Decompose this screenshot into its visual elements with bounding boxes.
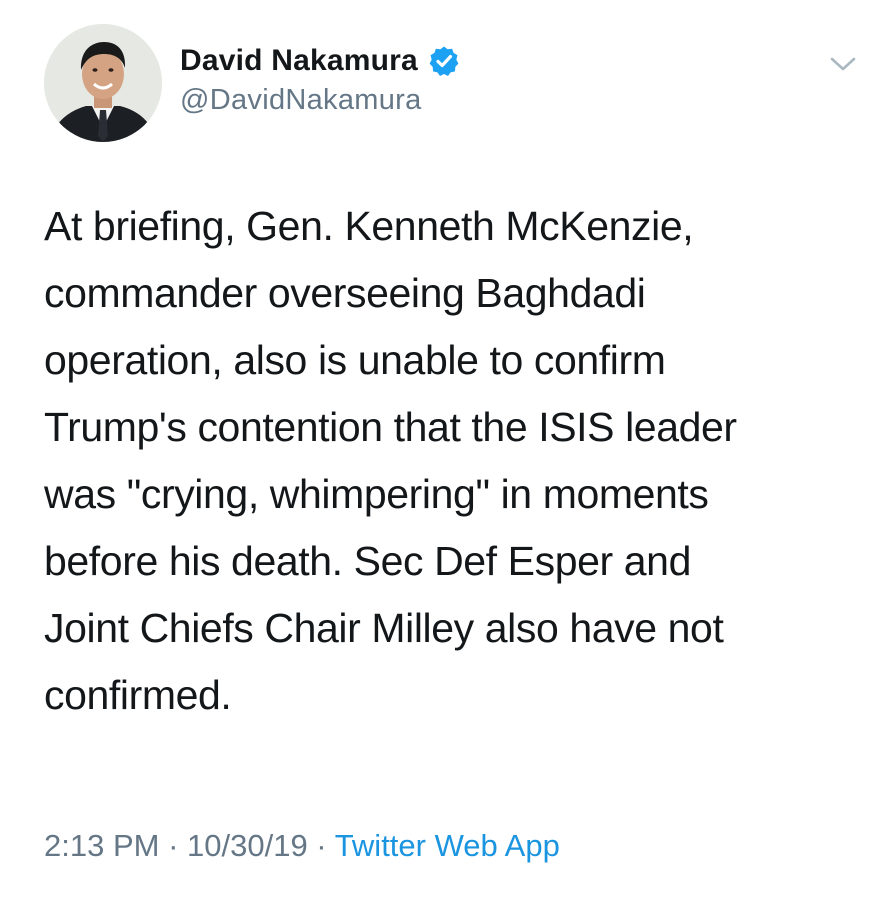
avatar[interactable] [44, 24, 162, 142]
tweet-source-link[interactable]: Twitter Web App [335, 828, 560, 863]
tweet-time[interactable]: 2:13 PM [44, 828, 159, 863]
chevron-down-icon[interactable] [826, 50, 860, 78]
verified-badge-icon [428, 45, 460, 77]
tweet-text: At briefing, Gen. Kenneth McKenzie, comm… [44, 203, 737, 718]
tweet-metadata: 2:13 PM · 10/30/19 · Twitter Web App [44, 828, 560, 864]
tweet-date[interactable]: 10/30/19 [187, 828, 308, 863]
user-handle[interactable]: @DavidNakamura [180, 84, 422, 117]
meta-separator: · [159, 828, 188, 863]
meta-separator: · [307, 828, 335, 863]
profile-photo-icon [44, 24, 162, 142]
display-name[interactable]: David Nakamura [180, 44, 418, 78]
display-name-row[interactable]: David Nakamura [180, 40, 460, 82]
